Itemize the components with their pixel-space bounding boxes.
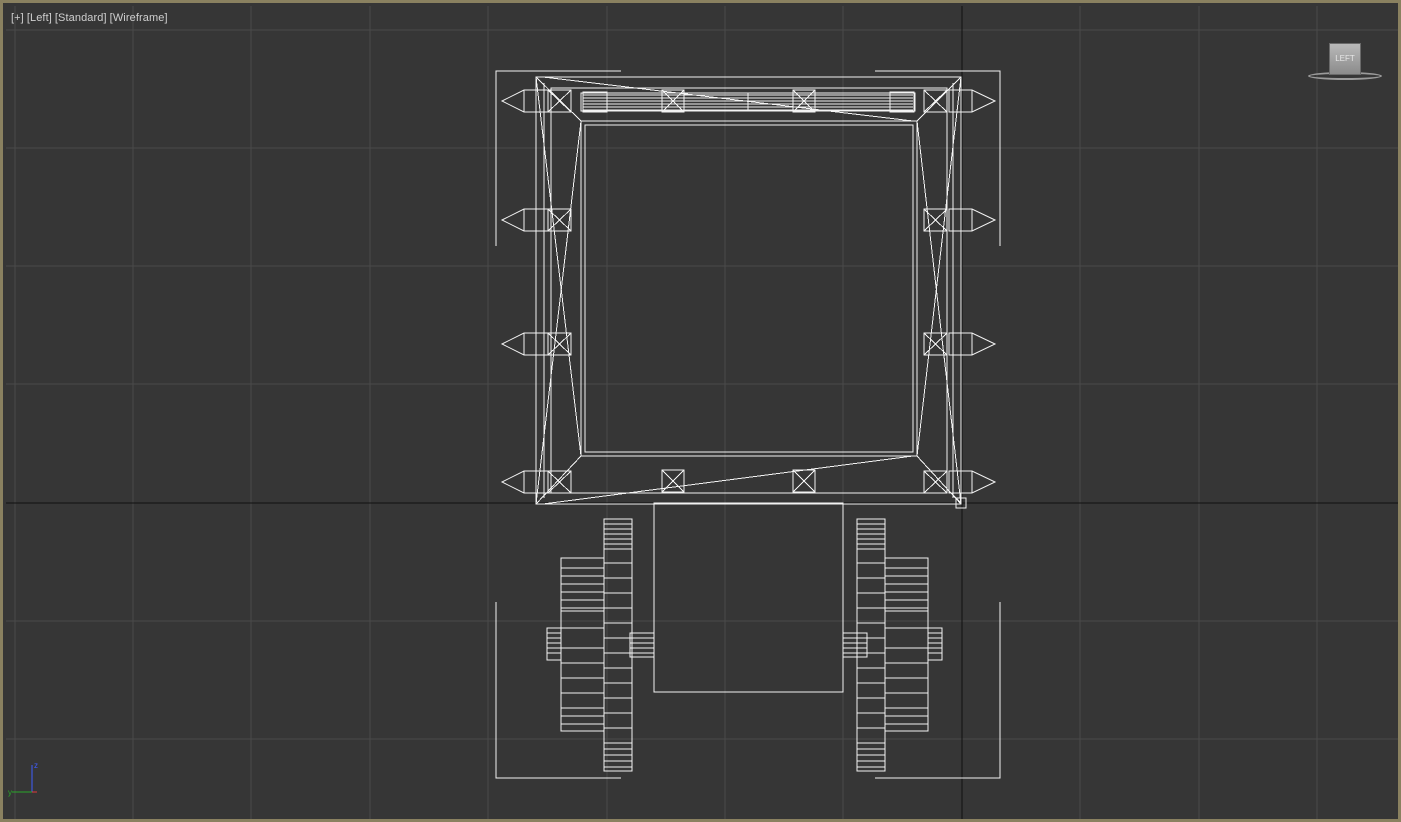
left-stud-cone-1 bbox=[500, 89, 549, 113]
viewport-plus-menu[interactable]: [+] bbox=[11, 11, 24, 25]
home-grid-axes bbox=[6, 6, 1398, 819]
left-stud-cone-2 bbox=[500, 208, 549, 232]
bottom-bolt-2 bbox=[792, 469, 816, 493]
frame-bottom-brace bbox=[542, 455, 914, 505]
axis-tripod-graphic bbox=[12, 765, 37, 793]
viewcube-face-left[interactable]: LEFT bbox=[1329, 43, 1361, 75]
axis-tripod-icon: z y bbox=[7, 761, 47, 801]
selection-bracket-top-right bbox=[875, 70, 1001, 246]
frame-structure bbox=[535, 76, 962, 505]
right-stud-bolt-2 bbox=[923, 208, 948, 232]
bottom-bolt-1 bbox=[661, 469, 685, 493]
viewport-canvas[interactable] bbox=[3, 3, 1401, 822]
axis-z-label: z bbox=[34, 761, 38, 770]
wheel-assembly bbox=[546, 502, 943, 772]
selection-bracket-top-left bbox=[495, 70, 621, 246]
bottom-bolts bbox=[661, 469, 816, 493]
right-stud-bolt-4 bbox=[923, 470, 948, 494]
viewport-display-menu[interactable]: [Wireframe] bbox=[110, 11, 168, 25]
frame-left-post-diag-b bbox=[535, 120, 582, 505]
left-wheel bbox=[546, 518, 655, 772]
wheel-rim-left bbox=[603, 518, 633, 772]
viewport-grid bbox=[6, 6, 1398, 819]
frame-outer-box bbox=[535, 76, 962, 505]
viewport-label-menu[interactable]: [+] [Left] [Standard] [Wireframe] bbox=[11, 11, 171, 25]
left-viewport[interactable]: [+] [Left] [Standard] [Wireframe] LEFT z y bbox=[0, 0, 1401, 822]
frame-corner-tl bbox=[535, 76, 582, 122]
viewport-shading-menu[interactable]: [Standard] bbox=[55, 11, 107, 25]
right-stud-bolt-1 bbox=[923, 89, 948, 113]
right-wheel bbox=[842, 518, 943, 772]
pivot-marker-icon bbox=[952, 494, 967, 509]
axis-y-label: y bbox=[8, 788, 12, 797]
frame-right-post-diag-b bbox=[916, 120, 962, 505]
frame-mid-box bbox=[550, 87, 948, 494]
left-stud-cone-3 bbox=[500, 332, 549, 356]
axle-housing bbox=[653, 502, 844, 693]
viewport-view-menu[interactable]: [Left] bbox=[27, 11, 52, 25]
right-stud-2 bbox=[923, 208, 997, 232]
side-studs bbox=[500, 89, 997, 494]
viewcube-icon[interactable]: LEFT bbox=[1305, 41, 1385, 85]
frame-corner-bl bbox=[535, 455, 582, 505]
top-crossbar bbox=[580, 89, 916, 113]
frame-inner-window-bevel bbox=[584, 124, 914, 453]
right-stud-3 bbox=[923, 332, 997, 356]
wireframe-model[interactable] bbox=[495, 70, 1001, 779]
left-stud-cone-4 bbox=[500, 470, 549, 494]
frame-top-brace bbox=[542, 76, 914, 122]
wheel-rim-right bbox=[856, 518, 886, 772]
frame-inner-window bbox=[580, 120, 918, 457]
right-stud-bolt-3 bbox=[923, 332, 948, 356]
